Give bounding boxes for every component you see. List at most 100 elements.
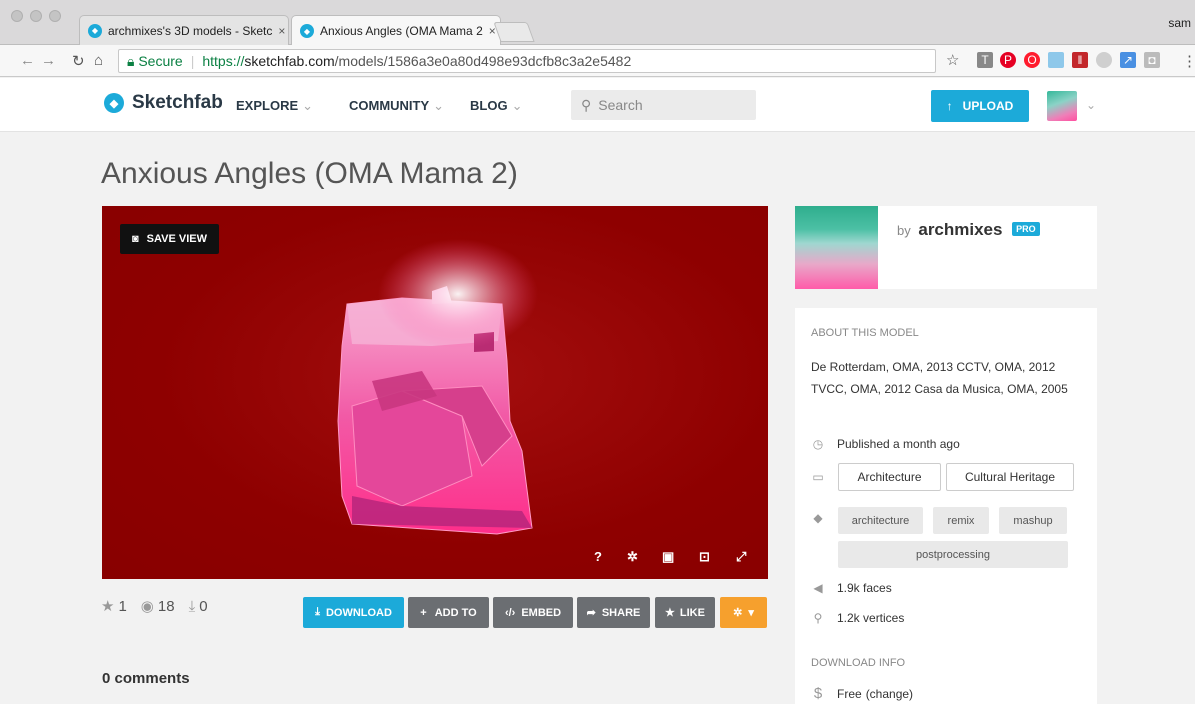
sketchfab-logo-icon: ◆ bbox=[104, 93, 124, 113]
search-icon: ⚲ bbox=[581, 96, 592, 113]
bookmark-star-icon[interactable]: ☆ bbox=[946, 51, 959, 69]
model-render[interactable] bbox=[102, 206, 768, 579]
star-icon: ★ bbox=[101, 598, 115, 615]
window-minimize-light[interactable] bbox=[30, 10, 42, 22]
browser-menu-icon[interactable]: ⋮ bbox=[1182, 52, 1195, 70]
nav-blog[interactable]: BLOG ⌄ bbox=[470, 98, 522, 114]
browser-user-name[interactable]: sam bbox=[1168, 16, 1191, 30]
tag-mashup[interactable]: mashup bbox=[999, 507, 1067, 534]
caret-down-icon: ▾ bbox=[748, 607, 754, 619]
add-to-button[interactable]: + ADD TO bbox=[408, 597, 489, 628]
chevron-down-icon: ⌄ bbox=[433, 98, 445, 113]
forward-icon[interactable]: → bbox=[41, 52, 56, 69]
add-to-label: ADD TO bbox=[434, 606, 477, 619]
category-cultural-heritage[interactable]: Cultural Heritage bbox=[946, 463, 1074, 491]
camera-extension-icon[interactable]: ◘ bbox=[1144, 52, 1160, 68]
save-view-label: SAVE VIEW bbox=[146, 233, 207, 245]
secure-lock-indicator[interactable]: 🔒︎ Secure bbox=[127, 53, 183, 70]
price-row: $ Free (change) bbox=[811, 685, 913, 702]
url-input[interactable]: 🔒︎ Secure | https://sketchfab.com/models… bbox=[118, 49, 936, 73]
star-count: 1 bbox=[118, 597, 127, 615]
category-icon-wrap: ▭ bbox=[811, 470, 837, 484]
user-avatar[interactable] bbox=[1047, 91, 1077, 121]
price-text: Free bbox=[837, 686, 862, 701]
back-icon[interactable]: ← bbox=[20, 52, 35, 69]
browser-tab-bar: ◆ archmixes's 3D models - Sketc × ◆ Anxi… bbox=[0, 0, 1195, 46]
nav-explore[interactable]: EXPLORE ⌄ bbox=[236, 98, 313, 114]
change-price-link[interactable]: (change) bbox=[866, 687, 913, 701]
vertex-icon: ⚲ bbox=[813, 611, 823, 625]
nav-label: BLOG bbox=[470, 98, 508, 113]
vr-headset-icon[interactable]: ▣ bbox=[662, 549, 674, 565]
pinterest-icon[interactable]: P bbox=[1000, 52, 1016, 68]
settings-gear-icon[interactable]: ✲ bbox=[627, 549, 638, 565]
faces-text: 1.9k faces bbox=[837, 581, 892, 595]
tag-icon: ◆ bbox=[813, 511, 823, 525]
nav-community[interactable]: COMMUNITY ⌄ bbox=[349, 98, 444, 114]
admin-menu-button[interactable]: ✲ ▾ bbox=[720, 597, 767, 628]
extension-doc-icon[interactable] bbox=[1048, 52, 1064, 68]
arrow-up-icon: ↑ bbox=[946, 99, 953, 113]
category-architecture[interactable]: Architecture bbox=[838, 463, 941, 491]
chevron-down-icon: ⌄ bbox=[302, 98, 314, 113]
extension-arrow-icon[interactable]: ↗ bbox=[1120, 52, 1136, 68]
fullscreen-icon[interactable]: ⤢ bbox=[736, 549, 746, 565]
opera-icon[interactable]: O bbox=[1024, 52, 1040, 68]
pro-badge: PRO bbox=[1012, 222, 1040, 236]
model-info-card: ABOUT THIS MODEL De Rotterdam, OMA, 2013… bbox=[795, 308, 1097, 704]
model-viewer[interactable]: ◙ SAVE VIEW ? ✲ ▣ ⊡ ⤢ bbox=[102, 206, 768, 579]
new-tab-button[interactable] bbox=[493, 22, 535, 42]
star-icon: ★ bbox=[665, 607, 675, 619]
view-count: 18 bbox=[157, 597, 175, 615]
dollar-icon: $ bbox=[813, 685, 823, 702]
sketchfab-favicon-icon: ◆ bbox=[88, 23, 102, 38]
sketchfab-logo[interactable]: ◆ Sketchfab bbox=[104, 92, 223, 114]
reload-icon[interactable]: ↻ bbox=[72, 52, 85, 70]
save-view-button[interactable]: ◙ SAVE VIEW bbox=[120, 224, 219, 254]
camera-icon: ◙ bbox=[132, 233, 139, 245]
tab-close-icon[interactable]: × bbox=[483, 24, 496, 38]
tag-icon-wrap: ◆ bbox=[811, 511, 837, 525]
download-button[interactable]: ⤓ DOWNLOAD bbox=[303, 597, 404, 628]
vertices-text: 1.2k vertices bbox=[837, 611, 905, 625]
extension-t-icon[interactable]: T bbox=[977, 52, 993, 68]
search-input[interactable]: ⚲ Search bbox=[571, 90, 756, 120]
browser-tab-archmixes[interactable]: ◆ archmixes's 3D models - Sketc × bbox=[79, 15, 289, 45]
home-icon[interactable]: ⌂ bbox=[94, 52, 103, 69]
plus-icon: + bbox=[420, 606, 427, 619]
tag-postprocessing[interactable]: postprocessing bbox=[838, 541, 1068, 568]
tab-close-icon[interactable]: × bbox=[272, 24, 285, 38]
extension-bars-icon[interactable]: ‖ bbox=[1072, 52, 1088, 68]
url-path: /models/1586a3e0a80d498e93dcfb8c3a2e5482 bbox=[334, 53, 632, 69]
chevron-down-icon: ⌄ bbox=[511, 98, 523, 113]
download-count: 0 bbox=[199, 597, 208, 615]
share-button[interactable]: ➦ SHARE bbox=[577, 597, 650, 628]
model-description: De Rotterdam, OMA, 2013 CCTV, OMA, 2012 … bbox=[811, 360, 1068, 396]
tag-architecture[interactable]: architecture bbox=[838, 507, 923, 534]
browser-tab-anxious-angles[interactable]: ◆ Anxious Angles (OMA Mama 2 × bbox=[291, 15, 501, 46]
embed-button[interactable]: ‹/› EMBED bbox=[493, 597, 573, 628]
window-zoom-light[interactable] bbox=[49, 10, 61, 22]
comments-heading: 0 comments bbox=[102, 670, 190, 687]
faces-row: ◀ 1.9k faces bbox=[811, 581, 892, 595]
window-close-light[interactable] bbox=[11, 10, 23, 22]
author-name[interactable]: archmixes bbox=[918, 220, 1002, 239]
url-host: sketchfab.com bbox=[244, 53, 335, 69]
download-label: DOWNLOAD bbox=[325, 606, 392, 619]
clock-icon: ◷ bbox=[812, 437, 824, 451]
embed-label: EMBED bbox=[521, 606, 562, 619]
like-button[interactable]: ★ LIKE bbox=[655, 597, 715, 628]
embed-toggle-icon[interactable]: ⊡ bbox=[699, 549, 710, 565]
upload-label: UPLOAD bbox=[962, 99, 1014, 113]
chevron-down-icon[interactable]: ⌄ bbox=[1086, 98, 1096, 112]
tag-remix[interactable]: remix bbox=[933, 507, 989, 534]
extension-cloud-icon[interactable] bbox=[1096, 52, 1112, 68]
author-model-thumbnail[interactable] bbox=[795, 206, 878, 289]
upload-button[interactable]: ↑ UPLOAD bbox=[931, 90, 1029, 122]
vertices-row: ⚲ 1.2k vertices bbox=[811, 611, 905, 625]
published-text: Published a month ago bbox=[837, 437, 960, 451]
sketchfab-favicon-icon: ◆ bbox=[300, 24, 314, 38]
url-text: https://sketchfab.com/models/1586a3e0a80… bbox=[202, 53, 631, 69]
page-scrollbar[interactable] bbox=[1187, 132, 1195, 612]
help-icon[interactable]: ? bbox=[594, 549, 602, 564]
